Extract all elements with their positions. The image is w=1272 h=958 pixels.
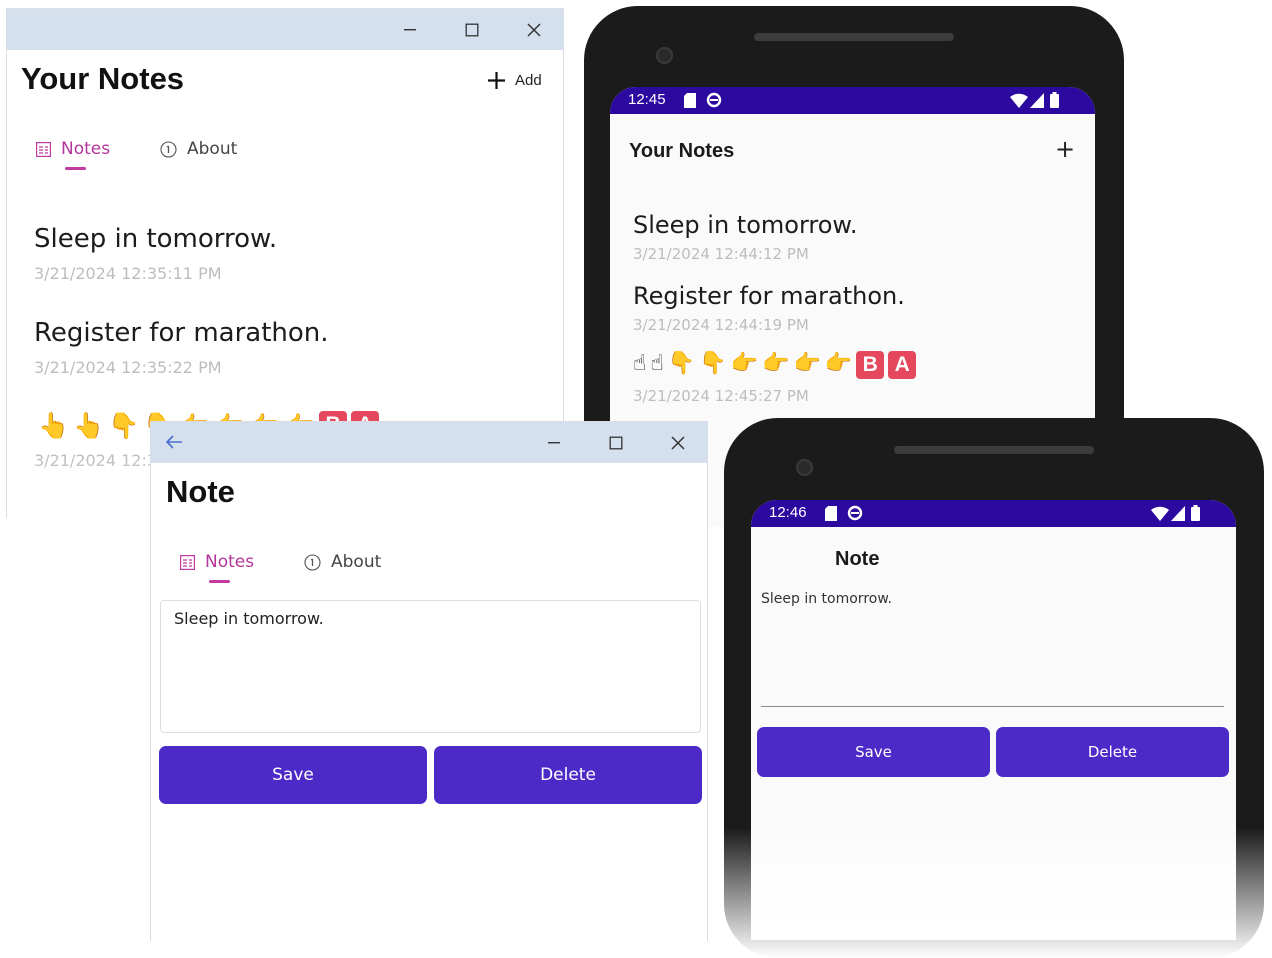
phone-camera [796, 459, 813, 476]
phone-speaker [754, 33, 954, 41]
sd-card-icon [825, 506, 837, 521]
battery-icon [1191, 505, 1200, 521]
note-editor[interactable]: Sleep in tomorrow. [160, 600, 701, 733]
maximize-button[interactable] [593, 422, 639, 463]
emoji-backhand-down: 👇 [699, 351, 727, 376]
wifi-icon [1151, 506, 1169, 521]
note-emoji-row[interactable]: ☝ ☝ 👇 👇 👉 👉 👉 👉 B A [633, 351, 917, 379]
emoji-backhand-up: 👆 [73, 411, 105, 440]
status-time: 12:45 [628, 91, 666, 108]
emoji-backhand-up: 👆 [38, 411, 70, 440]
emoji-index-pointing-up: ☝ [633, 351, 647, 376]
note-date: 3/21/2024 12:44:19 PM [633, 316, 809, 334]
notes-icon [36, 141, 51, 157]
b-button-emoji: B [856, 351, 885, 379]
page-title: Your Notes [629, 140, 735, 162]
emoji-index-pointing-up: ☝ [650, 351, 664, 376]
add-button-label: Add [515, 72, 542, 89]
tab-bar: Notes About [151, 542, 551, 583]
battery-icon [1050, 92, 1059, 108]
tab-label: Notes [61, 139, 111, 159]
title-bar [7, 9, 563, 50]
note-date: 3/21/2024 12:35:22 PM [34, 358, 222, 377]
save-button[interactable]: Save [159, 746, 427, 804]
add-button[interactable]: Add [487, 71, 542, 90]
note-date: 3/21/2024 12:44:12 PM [633, 245, 809, 263]
sync-icon [706, 92, 722, 108]
note-editor-text: Sleep in tomorrow. [174, 609, 324, 628]
save-button[interactable]: Save [757, 727, 990, 777]
tab-indicator [65, 167, 86, 170]
minimize-button[interactable] [387, 9, 433, 50]
maximize-icon [609, 436, 623, 449]
note-title[interactable]: Register for marathon. [34, 318, 329, 348]
sync-icon [847, 505, 863, 521]
bottom-fade [751, 800, 1236, 940]
emoji-backhand-down: 👇 [108, 411, 140, 440]
close-icon [527, 22, 541, 37]
signal-icon [1171, 506, 1185, 521]
tab-notes[interactable]: Notes [36, 129, 110, 169]
back-arrow-icon [165, 435, 182, 449]
emoji-backhand-right: 👉 [824, 351, 853, 376]
info-icon [160, 140, 177, 158]
note-editor[interactable]: Sleep in tomorrow. [761, 588, 1224, 707]
tab-label: Notes [205, 552, 255, 572]
close-button[interactable] [511, 9, 557, 50]
tab-label: About [331, 552, 382, 572]
close-icon [671, 435, 685, 450]
sd-card-icon [684, 93, 696, 108]
emoji-backhand-right: 👉 [793, 351, 821, 376]
note-date: 3/21/2024 12:35:11 PM [34, 264, 222, 283]
note-editor-window: Note Notes About Sleep in tomorrow. Save… [150, 421, 708, 941]
signal-icon [1030, 93, 1044, 108]
info-icon [304, 553, 321, 571]
emoji-backhand-right: 👉 [762, 351, 790, 376]
title-bar [151, 422, 707, 463]
note-title[interactable]: Sleep in tomorrow. [34, 224, 277, 254]
emoji-backhand-right: 👉 [730, 351, 759, 376]
status-bar: 12:46 [751, 500, 1236, 527]
emoji-backhand-down: 👇 [667, 351, 696, 376]
page-title: Note [166, 474, 235, 509]
tab-about[interactable]: About [160, 129, 237, 169]
maximize-icon [465, 23, 479, 36]
phone-screen: 12:46 Note Sleep in tomorrow. Save Delet… [751, 500, 1236, 940]
note-date: 3/21/2024 12:45:27 PM [633, 387, 809, 405]
status-time: 12:46 [769, 504, 807, 521]
phone-camera [656, 47, 673, 64]
notes-icon [180, 554, 195, 570]
minimize-icon [548, 441, 560, 443]
tab-notes[interactable]: Notes [180, 542, 254, 582]
tab-about[interactable]: About [304, 542, 381, 582]
note-title[interactable]: Sleep in tomorrow. [633, 211, 857, 239]
minimize-button[interactable] [531, 422, 577, 463]
back-button[interactable] [165, 434, 183, 450]
tab-bar: Notes About [7, 129, 407, 170]
note-editor-text: Sleep in tomorrow. [761, 591, 892, 607]
wifi-icon [1010, 93, 1028, 108]
delete-button[interactable]: Delete [434, 746, 702, 804]
plus-icon [488, 72, 505, 89]
a-button-emoji: A [888, 351, 917, 379]
note-title[interactable]: Register for marathon. [633, 282, 905, 310]
page-title: Your Notes [21, 61, 185, 96]
page-title: Note [835, 548, 880, 570]
close-button[interactable] [655, 422, 701, 463]
maximize-button[interactable] [449, 9, 495, 50]
minimize-icon [404, 28, 416, 30]
tab-indicator [209, 580, 230, 583]
android-phone-note-editor: 12:46 Note Sleep in tomorrow. Save Delet… [724, 418, 1264, 958]
phone-speaker [894, 446, 1094, 454]
delete-button[interactable]: Delete [996, 727, 1229, 777]
status-bar: 12:45 [610, 87, 1095, 114]
add-note-button[interactable]: + [1055, 135, 1075, 163]
tab-label: About [187, 139, 238, 159]
